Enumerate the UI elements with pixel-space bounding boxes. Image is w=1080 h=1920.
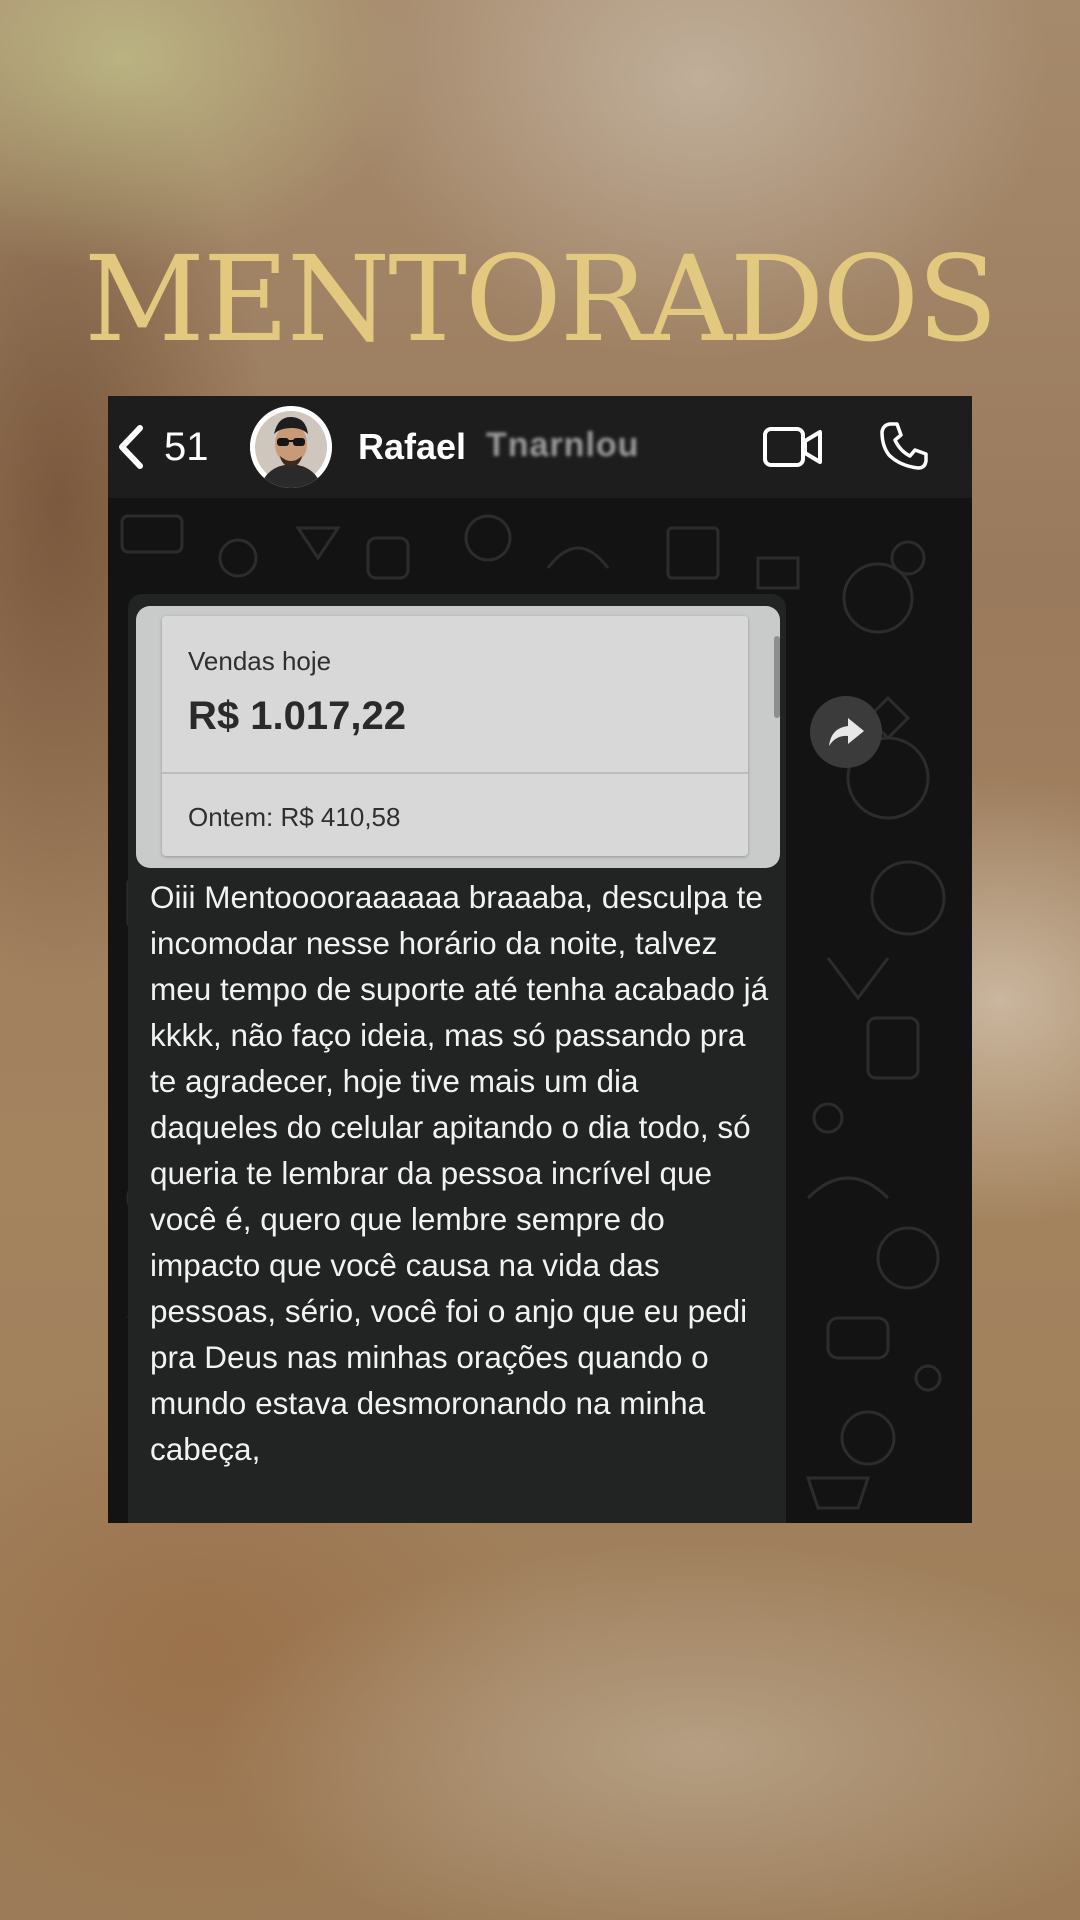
contact-surname-obscured: Tnarnlou — [486, 426, 640, 464]
avatar[interactable] — [250, 406, 332, 488]
forward-button[interactable] — [810, 696, 882, 768]
preview-scrollbar[interactable] — [774, 636, 780, 718]
unread-count: 51 — [164, 424, 209, 469]
message-text: Oiii Mentooooraaaaaa braaaba, desculpa t… — [150, 879, 769, 1467]
contact-photo — [250, 406, 332, 488]
chat-screenshot: 51 Rafael Tnarnlou Vendas hoje R$ 1.017,… — [108, 396, 972, 1523]
page-title: MENTORADOS — [84, 230, 998, 368]
forward-icon — [829, 718, 864, 746]
sales-yesterday: Ontem: R$ 410,58 — [188, 802, 401, 832]
sales-label: Vendas hoje — [188, 646, 332, 676]
video-call-icon[interactable] — [762, 422, 824, 472]
sales-amount: R$ 1.017,22 — [188, 694, 406, 738]
card-divider — [162, 772, 748, 774]
sales-card: Vendas hoje R$ 1.017,22 Ontem: R$ 410,58 — [162, 616, 748, 856]
chat-header: 51 Rafael Tnarnlou — [108, 396, 972, 498]
chevron-left-icon — [119, 425, 143, 469]
back-button[interactable]: 51 — [108, 396, 209, 498]
contact-name[interactable]: Rafael — [358, 426, 466, 468]
phone-call-icon[interactable] — [878, 420, 930, 472]
